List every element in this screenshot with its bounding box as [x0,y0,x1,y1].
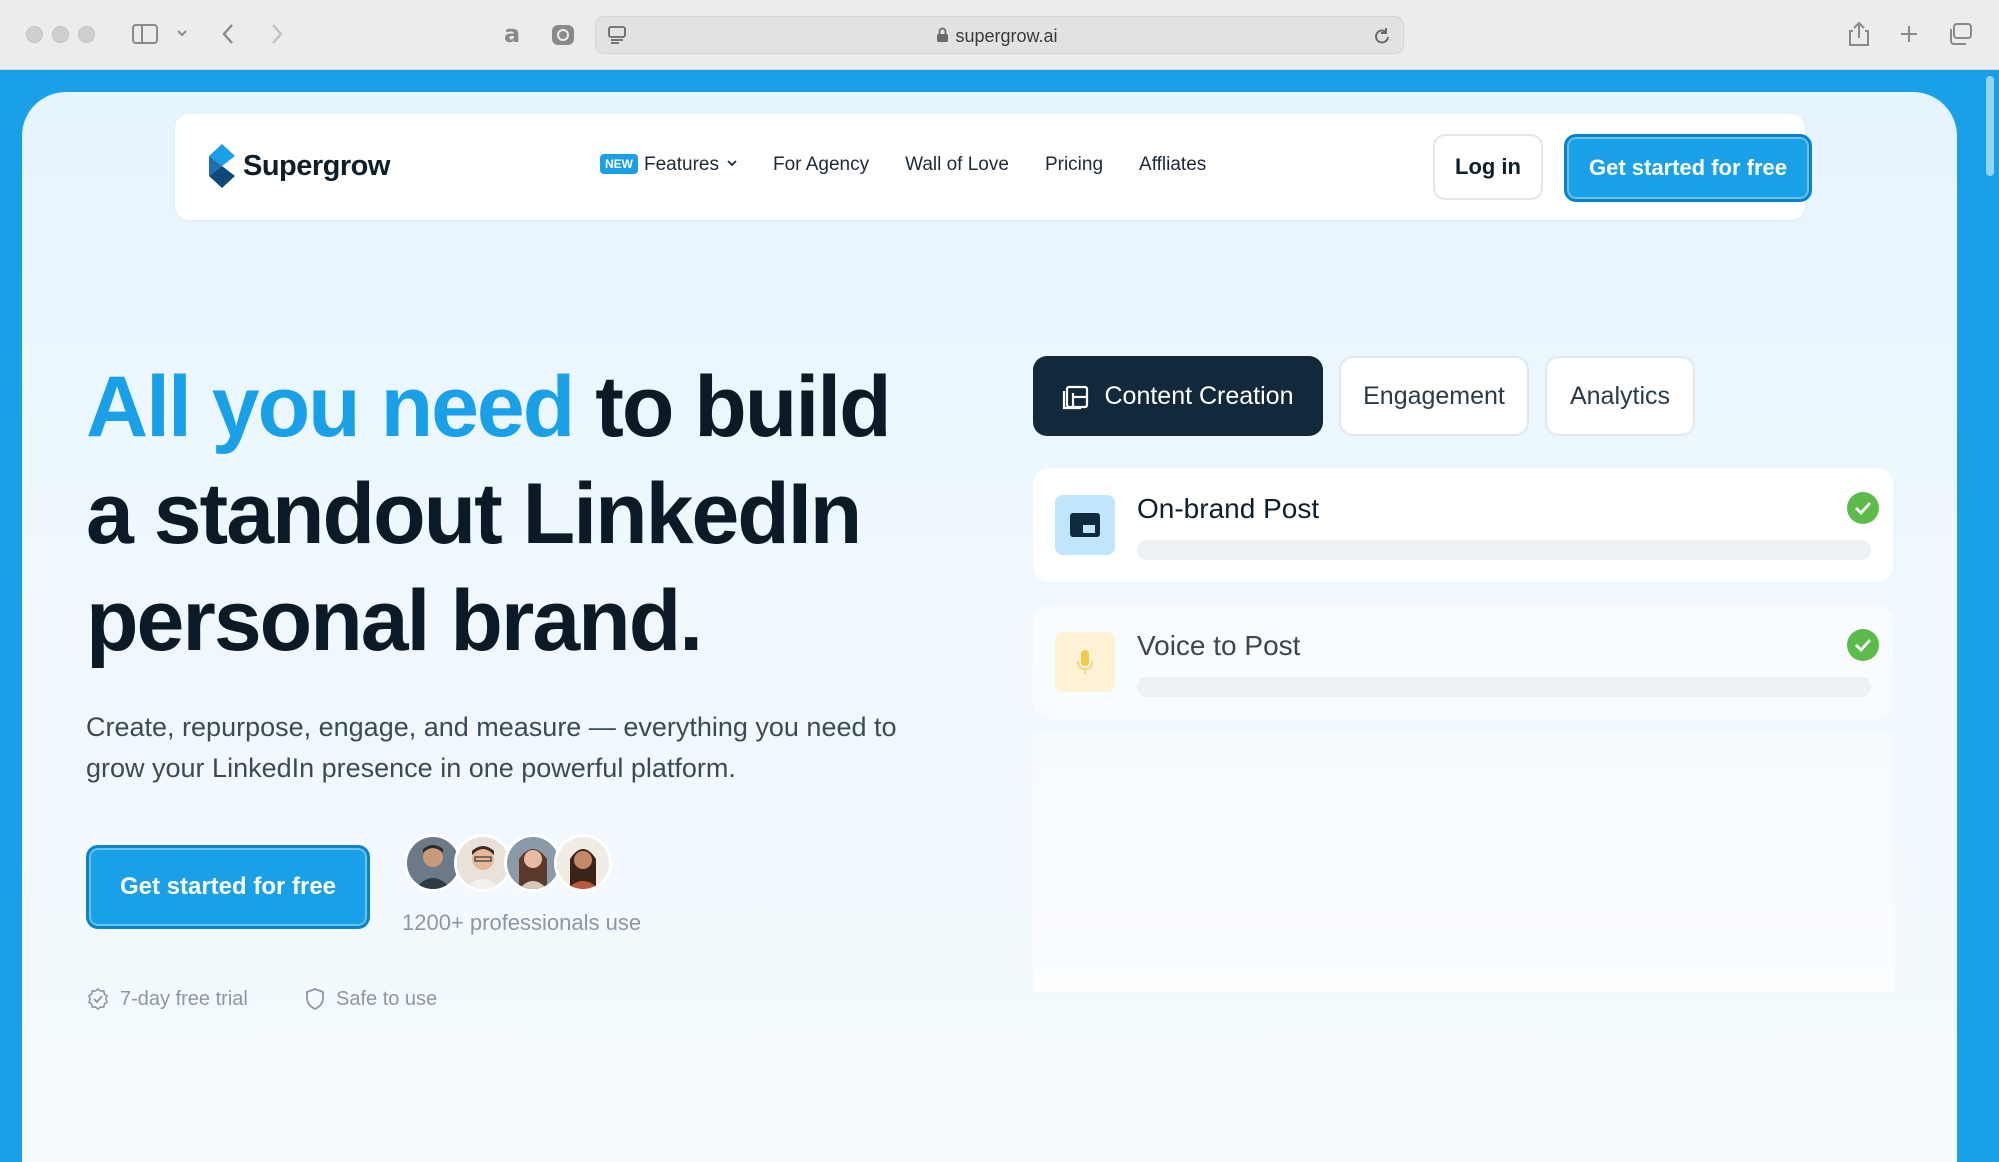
page-content: Supergrow NEW Features For Agency Wall of… [22,92,1957,1162]
hero-get-started-button[interactable]: Get started for free [86,845,370,929]
nav-wall-of-love[interactable]: Wall of Love [905,154,1009,176]
nav-pricing[interactable]: Pricing [1045,154,1103,176]
forward-icon[interactable] [270,23,284,45]
headline-accent: All you need [86,359,575,455]
feature-title: On-brand Post [1137,493,1320,524]
check-icon [1847,492,1879,524]
social-proof-text: 1200+ professionals use [402,910,642,935]
feature-title: Voice to Post [1137,630,1301,661]
headline-line-2: a standout LinkedIn [86,466,862,562]
check-icon [1847,629,1879,661]
hero-headline: All you need to build a standout LinkedI… [86,354,946,675]
nav-for-agency[interactable]: For Agency [773,154,869,176]
extension-record-icon[interactable] [551,24,575,46]
avatar [554,834,612,892]
microphone-icon [1055,632,1115,692]
shield-icon [306,988,324,1011]
window-minimize-button[interactable] [52,26,69,43]
site-navbar: Supergrow NEW Features For Agency Wall of… [175,114,1812,220]
nav-links: NEW Features For Agency Wall of Love Pric… [600,154,1242,176]
post-icon [1055,495,1115,555]
nav-features[interactable]: NEW Features [600,154,737,176]
supergrow-logo-icon [209,144,235,188]
feature-progress-bar [1137,677,1871,697]
trust-safe-label: Safe to use [336,987,438,1010]
trust-trial-label: 7-day free trial [120,987,248,1010]
svg-text:a: a [504,22,520,46]
sidebar-toggle-icon[interactable] [132,24,158,44]
feature-panel-empty-area [1033,732,1893,992]
chevron-down-icon [727,160,737,167]
new-tab-icon[interactable] [1899,24,1919,44]
hero-subtitle: Create, repurpose, engage, and measure —… [86,712,897,783]
nav-features-label: Features [644,154,719,175]
tab-overview-icon[interactable] [1948,23,1972,45]
trust-item-safe: Safe to use [304,987,437,1011]
new-badge: NEW [600,154,638,174]
tab-engagement[interactable]: Engagement [1339,356,1529,436]
nav-affiliates[interactable]: Affliates [1139,154,1206,176]
headline-line-3: personal brand. [86,573,703,669]
back-icon[interactable] [221,23,235,45]
avatar-group [404,834,612,892]
feature-card-on-brand-post[interactable]: On-brand Post [1033,468,1893,582]
nav-get-started-button[interactable]: Get started for free [1564,134,1812,202]
window-close-button[interactable] [26,26,43,43]
extension-a-icon[interactable]: a [502,22,524,46]
scrollbar-thumb[interactable] [1986,76,1994,176]
scrollbar[interactable] [1979,70,1999,1162]
reload-icon[interactable] [1373,26,1391,46]
login-button[interactable]: Log in [1433,134,1543,200]
trust-item-trial: 7-day free trial [86,987,248,1011]
badge-check-icon [88,987,108,1011]
tab-content-creation-label: Content Creation [1104,381,1294,410]
logo[interactable]: Supergrow [209,144,390,188]
feature-card-voice-to-post[interactable]: Voice to Post [1033,605,1893,719]
window-zoom-button[interactable] [78,26,95,43]
tab-content-creation[interactable]: Content Creation [1033,356,1323,436]
browser-toolbar: a supergrow.ai [0,0,1999,70]
url-text: supergrow.ai [955,26,1058,46]
chevron-down-icon[interactable] [176,28,188,38]
tab-analytics[interactable]: Analytics [1545,356,1695,436]
headline-rest: to build [573,359,891,455]
feature-progress-bar [1137,540,1871,560]
layout-icon [1063,385,1089,410]
logo-text: Supergrow [243,149,390,182]
share-icon[interactable] [1848,21,1870,47]
address-bar[interactable]: supergrow.ai [595,16,1404,54]
